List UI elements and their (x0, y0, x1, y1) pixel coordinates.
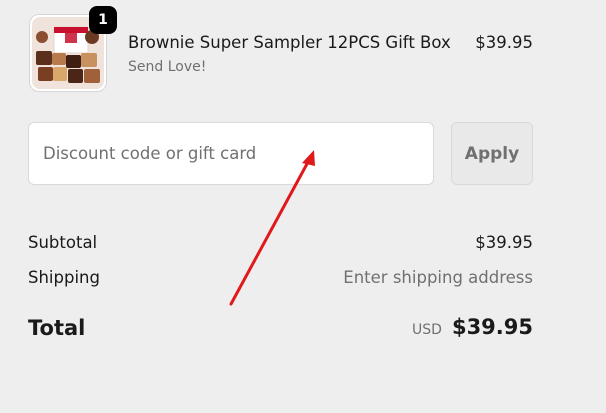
total-amount: $39.95 (451, 315, 533, 339)
total-label: Total (28, 316, 86, 340)
product-variant: Send Love! (128, 59, 207, 75)
quantity-badge: 1 (89, 6, 117, 34)
apply-discount-button[interactable]: Apply (451, 122, 533, 185)
subtotal-value: $39.95 (475, 233, 533, 252)
order-summary: 1 Brownie Super Sampler 12PCS Gift Box S… (0, 0, 606, 413)
product-price: $39.95 (475, 33, 533, 52)
shipping-value: Enter shipping address (343, 268, 533, 287)
shipping-label: Shipping (28, 268, 100, 287)
currency-code: USD (412, 322, 442, 338)
discount-code-input[interactable] (28, 122, 434, 185)
subtotal-label: Subtotal (28, 233, 98, 252)
product-name: Brownie Super Sampler 12PCS Gift Box (128, 33, 451, 52)
total-value: USD $39.95 (412, 315, 533, 339)
